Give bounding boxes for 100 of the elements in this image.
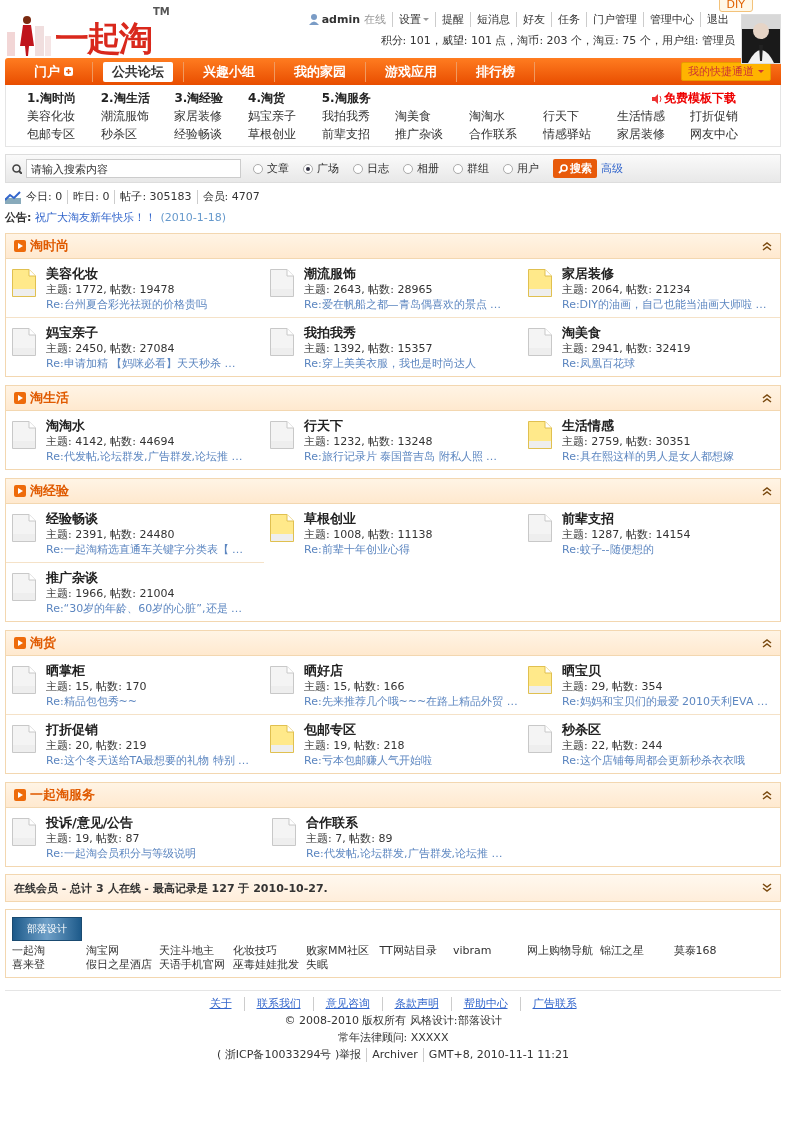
last-post-link[interactable]: Re:DIY的油画，自己也能当油画大师啦 … <box>562 298 767 312</box>
promo-link[interactable]: 免费模板下载 <box>651 90 736 107</box>
last-post-link[interactable]: Re:前辈十年创业心得 <box>304 543 433 557</box>
forum-name-link[interactable]: 行天下 <box>304 417 498 434</box>
last-post-link[interactable]: Re:申请加精 【妈咪必看】天天秒杀 … <box>46 357 236 371</box>
last-post-link[interactable]: Re:穿上美美衣服，我也是时尚达人 <box>304 357 476 371</box>
header-link[interactable]: 短消息 <box>470 12 516 27</box>
footer-meta-text[interactable]: Archiver <box>366 1048 423 1062</box>
last-post-link[interactable]: Re:这个店铺每周都会更新秒杀衣衣哦 <box>562 754 745 768</box>
last-post-link[interactable]: Re:代发帖,论坛群发,广告群发,论坛推 … <box>306 847 503 861</box>
last-post-link[interactable]: Re:代发帖,论坛群发,广告群发,论坛推 … <box>46 450 243 464</box>
footer-link[interactable]: 帮助中心 <box>450 997 520 1011</box>
subnav-link[interactable]: 家居装修 <box>174 108 249 125</box>
subnav-link[interactable]: 草根创业 <box>248 126 322 143</box>
radio-button[interactable] <box>303 163 313 174</box>
last-post-link[interactable]: Re:一起淘精选直通车关键字分类表【 … <box>46 543 244 557</box>
header-link[interactable]: 好友 <box>516 12 551 27</box>
friend-link[interactable]: 一起淘 <box>12 944 86 958</box>
radio-option[interactable]: 用户 <box>503 161 539 176</box>
last-post-link[interactable]: Re:旅行记录片 泰国普吉岛 附私人照 … <box>304 450 498 464</box>
category-heading[interactable]: 4.淘货 <box>248 90 322 107</box>
footer-link[interactable]: 广告联系 <box>519 997 589 1011</box>
radio-button[interactable] <box>453 163 463 174</box>
forum-name-link[interactable]: 合作联系 <box>306 814 503 831</box>
subnav-link[interactable]: 淘淘水 <box>469 108 543 125</box>
forum-name-link[interactable]: 淘淘水 <box>46 417 243 434</box>
friend-link[interactable]: 化妆技巧 <box>232 944 306 958</box>
friend-link[interactable]: 喜来登 <box>12 958 86 972</box>
last-post-link[interactable]: Re:亏本包邮赚人气开始啦 <box>304 754 432 768</box>
collapse-icon[interactable] <box>762 393 772 403</box>
subnav-link[interactable]: 推广杂谈 <box>395 126 470 143</box>
subnav-link[interactable]: 情感驿站 <box>542 126 617 143</box>
notice-link[interactable]: 祝广大淘友新年快乐！！ <box>35 211 157 225</box>
friend-link[interactable]: vibram <box>453 944 527 958</box>
friend-link[interactable]: 巫毒娃娃批发 <box>232 958 306 972</box>
last-post-link[interactable]: Re:蚊子--随便想的 <box>562 543 691 557</box>
last-post-link[interactable]: Re:具在熙这样的男人是女人都想嫁 <box>562 450 734 464</box>
forum-name-link[interactable]: 草根创业 <box>304 510 433 527</box>
category-heading[interactable]: 2.淘生活 <box>100 90 175 107</box>
forum-name-link[interactable]: 打折促销 <box>46 721 249 738</box>
forum-name-link[interactable]: 推广杂谈 <box>46 569 242 586</box>
friend-link[interactable]: 失眠 <box>306 958 380 972</box>
radio-option[interactable]: 相册 <box>403 161 439 176</box>
radio-option[interactable]: 日志 <box>353 161 389 176</box>
friend-link[interactable]: 网上购物导航 <box>526 944 600 958</box>
subnav-link[interactable]: 前辈支招 <box>321 126 396 143</box>
forum-name-link[interactable]: 前辈支招 <box>562 510 691 527</box>
subnav-link[interactable]: 行天下 <box>542 108 617 125</box>
subnav-link[interactable]: 打折促销 <box>690 108 764 125</box>
friend-link[interactable]: 淘宝网 <box>85 944 159 958</box>
friend-link[interactable]: 败家MM社区 <box>306 944 380 958</box>
forum-name-link[interactable]: 包邮专区 <box>304 721 432 738</box>
forum-name-link[interactable]: 秒杀区 <box>562 721 745 738</box>
forum-name-link[interactable]: 妈宝亲子 <box>46 324 236 341</box>
collapse-icon[interactable] <box>762 486 772 496</box>
subnav-link[interactable]: 包邮专区 <box>27 126 101 143</box>
category-heading[interactable]: 1.淘时尚 <box>27 90 101 107</box>
forum-name-link[interactable]: 我拍我秀 <box>304 324 476 341</box>
radio-button[interactable] <box>253 163 263 174</box>
radio-button[interactable] <box>353 163 363 174</box>
forum-name-link[interactable]: 晒掌柜 <box>46 662 147 679</box>
forum-name-link[interactable]: 美容化妆 <box>46 265 207 282</box>
subnav-link[interactable]: 合作联系 <box>469 126 543 143</box>
subnav-link[interactable]: 潮流服饰 <box>100 108 175 125</box>
footer-link[interactable]: 意见咨询 <box>312 997 382 1011</box>
collapse-icon[interactable] <box>762 790 772 800</box>
radio-button[interactable] <box>403 163 413 174</box>
radio-option[interactable]: 群组 <box>453 161 489 176</box>
forum-name-link[interactable]: 潮流服饰 <box>304 265 502 282</box>
forum-name-link[interactable]: 晒宝贝 <box>562 662 768 679</box>
header-link[interactable]: 任务 <box>551 12 586 27</box>
last-post-link[interactable]: Re:爱在帆船之都—青岛偶喜欢的景点 … <box>304 298 502 312</box>
subnav-link[interactable]: 妈宝亲子 <box>248 108 322 125</box>
search-field[interactable]: 请输入搜索内容 <box>26 159 241 178</box>
footer-link[interactable]: 条款声明 <box>381 997 451 1011</box>
friend-link-banner[interactable]: 部落设计 <box>12 917 82 941</box>
radio-button[interactable] <box>503 163 513 174</box>
subnav-link[interactable]: 我拍我秀 <box>321 108 396 125</box>
expand-icon[interactable] <box>762 883 772 893</box>
last-post-link[interactable]: Re:妈妈和宝贝们的最爱 2010天利EVA … <box>562 695 768 709</box>
friend-link[interactable]: 假日之星酒店 <box>85 958 159 972</box>
last-post-link[interactable]: Re:凤凰百花球 <box>562 357 691 371</box>
forum-name-link[interactable]: 淘美食 <box>562 324 691 341</box>
subnav-link[interactable]: 经验畅谈 <box>174 126 249 143</box>
forum-name-link[interactable]: 生活情感 <box>562 417 734 434</box>
forum-name-link[interactable]: 晒好店 <box>304 662 518 679</box>
last-post-link[interactable]: Re:一起淘会员积分与等级说明 <box>46 847 196 861</box>
radio-option[interactable]: 广场 <box>303 161 339 176</box>
last-post-link[interactable]: Re:先来推荐几个哦~~~在路上精品外贸 … <box>304 695 518 709</box>
friend-link[interactable]: 锦江之星 <box>600 944 674 958</box>
logo[interactable]: 一起淘 <box>55 18 151 58</box>
last-post-link[interactable]: Re:这个冬天送给TA最想要的礼物 特别 … <box>46 754 249 768</box>
subnav-link[interactable]: 秒杀区 <box>100 126 175 143</box>
friend-link[interactable]: TT网站目录 <box>379 944 453 958</box>
friend-link[interactable]: 天语手机官网 <box>159 958 233 972</box>
subnav-link[interactable]: 生活情感 <box>616 108 691 125</box>
subnav-link[interactable]: 家居装修 <box>616 126 691 143</box>
friend-link[interactable]: 莫泰168 <box>673 944 747 958</box>
search-button[interactable]: 搜索 <box>553 159 597 178</box>
advanced-search-link[interactable]: 高级 <box>601 161 623 176</box>
